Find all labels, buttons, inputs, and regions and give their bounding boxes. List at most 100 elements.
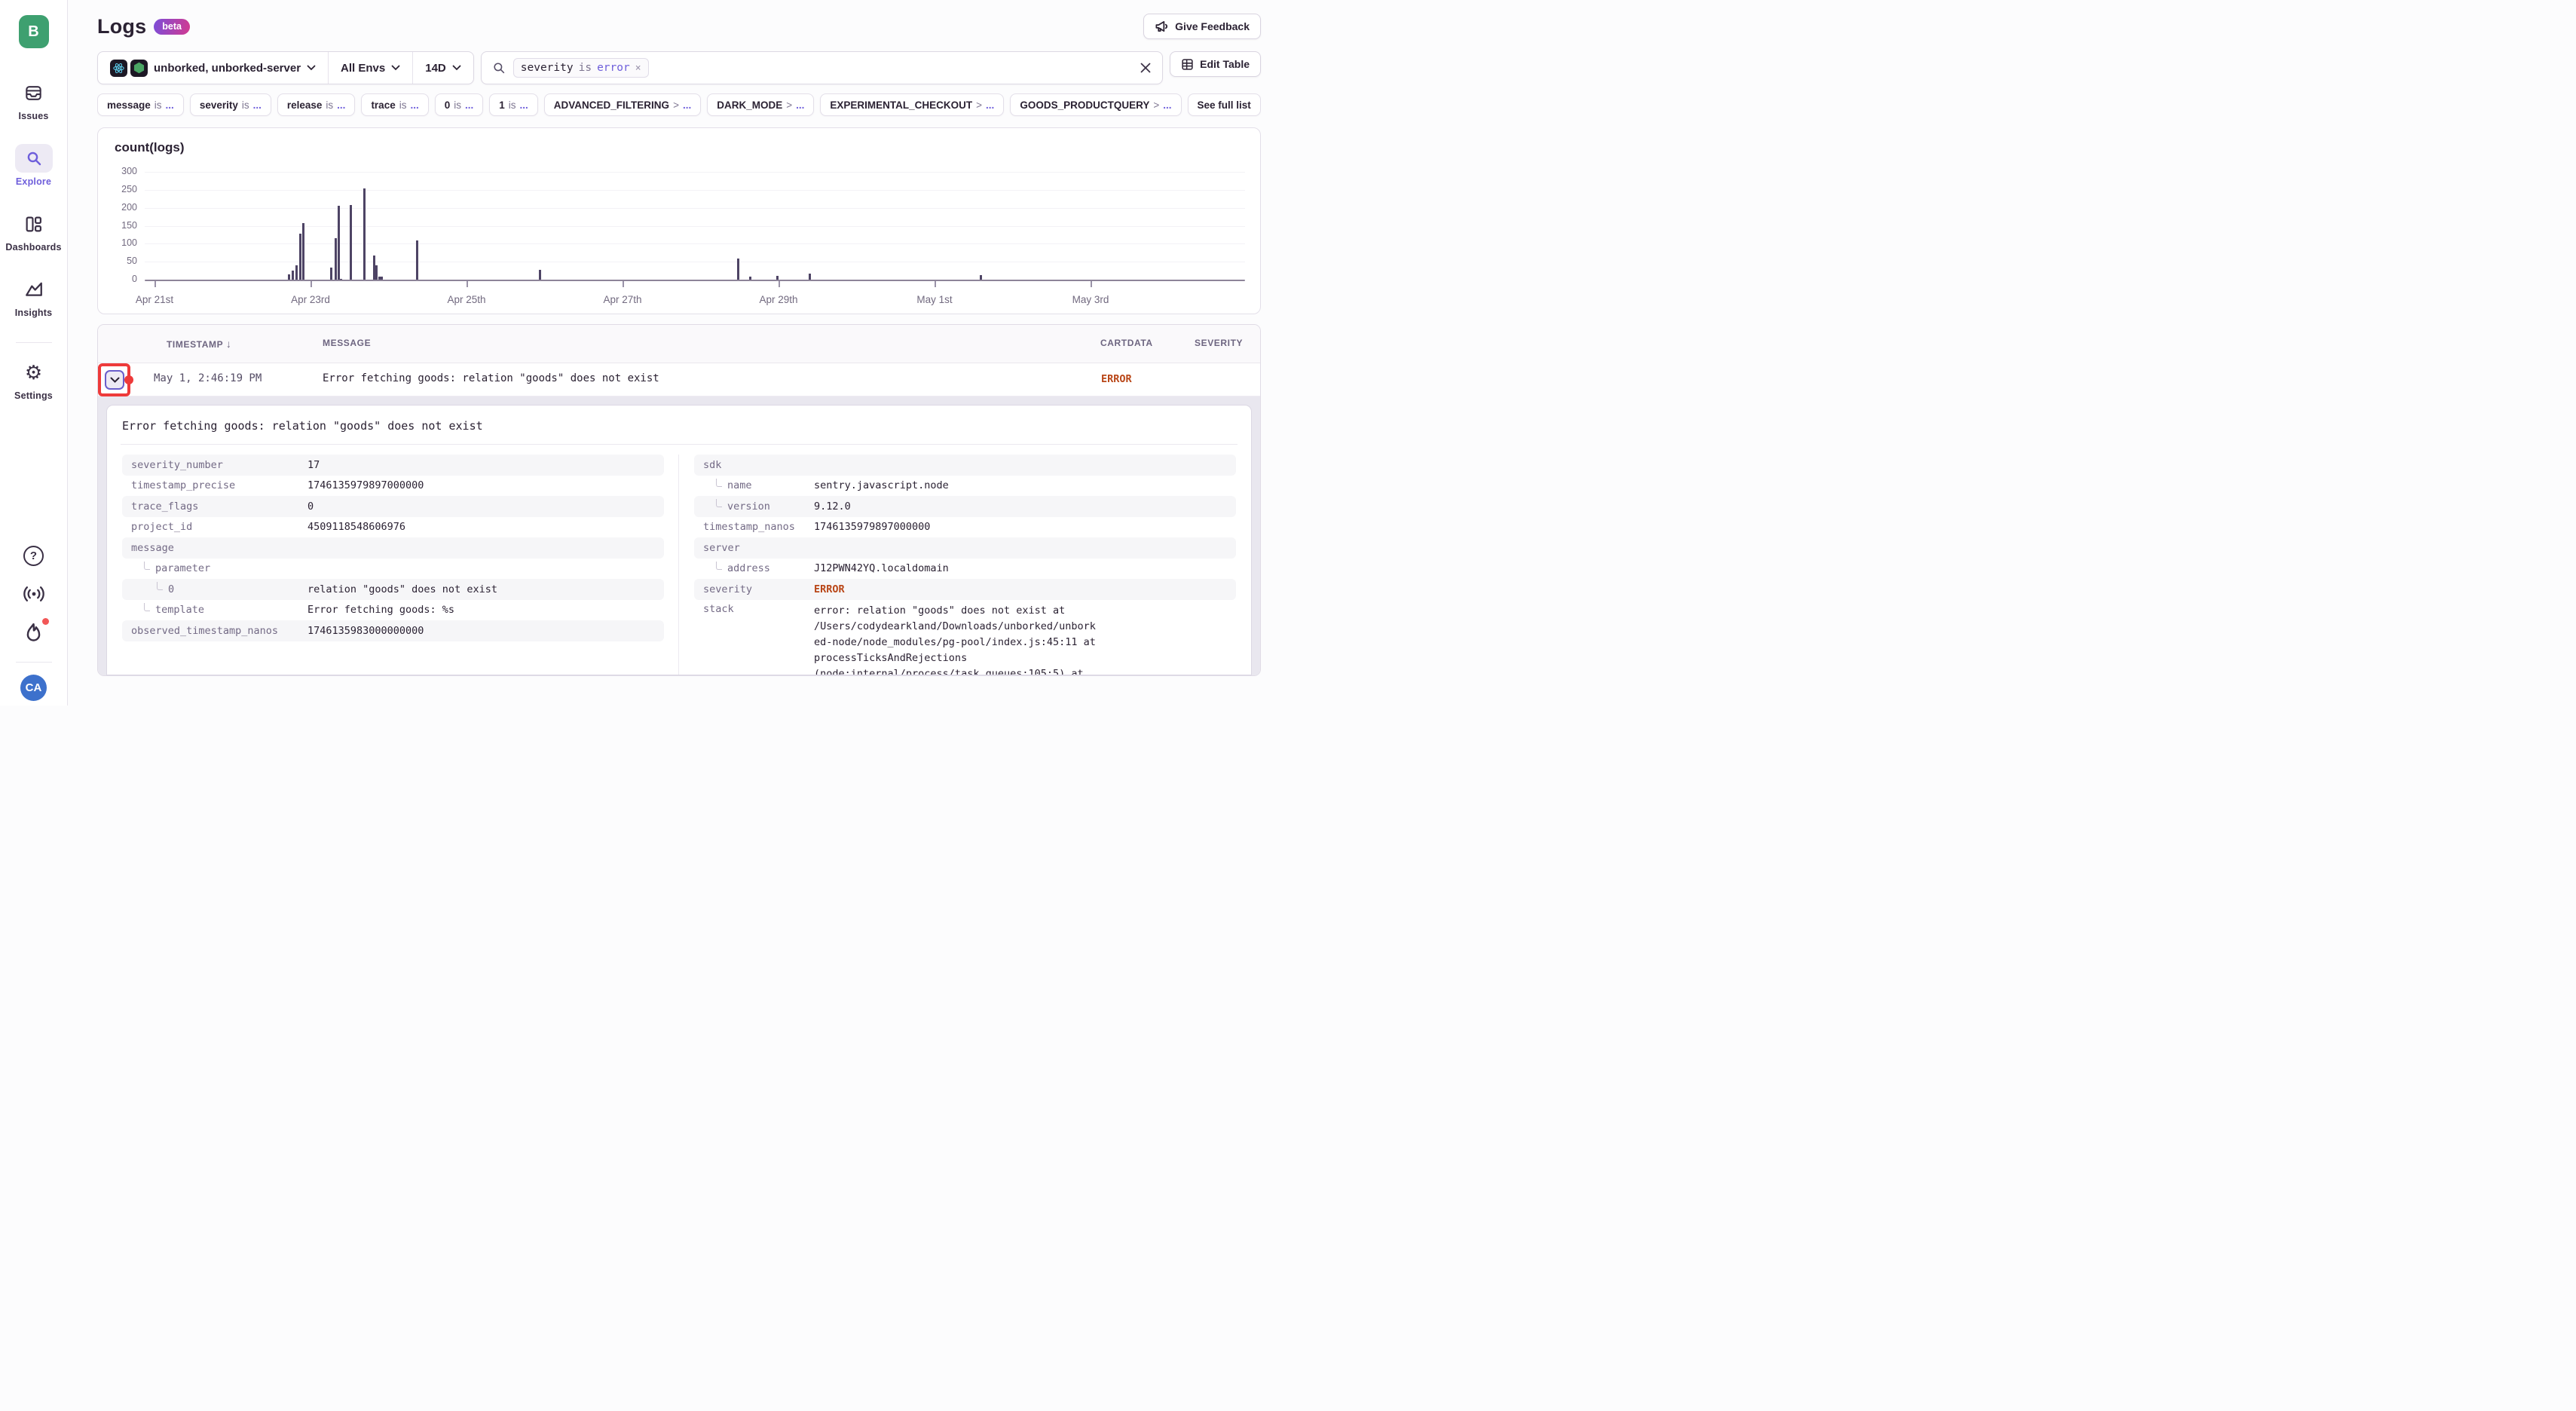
filter-chip[interactable]: traceis...: [361, 93, 428, 116]
attribute-row[interactable]: observed_timestamp_nanos1746135983000000…: [122, 620, 664, 641]
divider: [678, 455, 679, 675]
tree-elbow: [144, 562, 150, 570]
page-title: Logs: [97, 15, 146, 38]
filter-chip[interactable]: GOODS_PRODUCTQUERY>...: [1010, 93, 1181, 116]
user-avatar[interactable]: CA: [20, 675, 47, 701]
sort-desc-icon: ↓: [226, 338, 232, 350]
filter-chips-row: messageis... severityis... releaseis...tra…: [97, 93, 1261, 117]
filter-chip[interactable]: EXPERIMENTAL_CHECKOUT>...: [820, 93, 1004, 116]
whats-new-button[interactable]: [23, 622, 44, 644]
attribute-row[interactable]: severityERROR: [694, 579, 1236, 600]
chart-plot-area[interactable]: Apr 21stApr 23rdApr 25thApr 27thApr 29th…: [145, 167, 1245, 281]
help-icon: ?: [23, 546, 44, 566]
date-range-selector[interactable]: 14D: [412, 52, 473, 84]
page-filters: unborked, unborked-server All Envs 14D: [97, 51, 474, 84]
column-header-cartdata[interactable]: CARTDATA: [1100, 338, 1153, 348]
attribute-row[interactable]: templateError fetching goods: %s: [122, 600, 664, 621]
chart-bar[interactable]: [363, 188, 366, 280]
attribute-row[interactable]: severity_number17: [122, 455, 664, 476]
attribute-key: severity: [703, 583, 814, 595]
attribute-key: timestamp_precise: [131, 479, 307, 491]
filter-chip[interactable]: releaseis...: [277, 93, 356, 116]
dashboards-icon: [15, 210, 53, 238]
attribute-row[interactable]: stackerror: relation "goods" does not ex…: [694, 600, 1236, 676]
chart-bar[interactable]: [295, 265, 298, 280]
flame-icon: [23, 622, 44, 644]
project-selector[interactable]: unborked, unborked-server: [98, 52, 328, 84]
search-token-severity[interactable]: severityiserror×: [513, 58, 649, 78]
chart-bar[interactable]: [539, 270, 541, 280]
environment-selector[interactable]: All Envs: [328, 52, 412, 84]
x-axis-line: [145, 280, 1245, 281]
filter-chip[interactable]: ADVANCED_FILTERING>...: [544, 93, 701, 116]
attribute-key: severity_number: [131, 459, 307, 471]
chart-bar[interactable]: [292, 271, 294, 280]
give-feedback-button[interactable]: Give Feedback: [1143, 14, 1261, 39]
tree-elbow: [716, 499, 722, 507]
chart-bar[interactable]: [302, 223, 304, 280]
attribute-row[interactable]: server: [694, 537, 1236, 559]
attribute-row[interactable]: sdk: [694, 455, 1236, 476]
help-button[interactable]: ?: [23, 546, 44, 566]
gear-icon: ⚙: [14, 358, 52, 387]
detail-columns: severity_number17timestamp_precise174613…: [122, 455, 1236, 675]
clear-search-icon[interactable]: [1140, 62, 1152, 74]
sidebar-item-dashboards[interactable]: Dashboards: [5, 210, 61, 253]
sidebar-item-explore[interactable]: Explore: [15, 144, 53, 187]
table-row[interactable]: May 1, 2:46:19 PM Error fetching goods: …: [98, 363, 1260, 396]
chart-bar[interactable]: [299, 234, 301, 280]
column-header-message[interactable]: MESSAGE: [323, 338, 371, 348]
attribute-row[interactable]: timestamp_precise1746135979897000000: [122, 476, 664, 497]
chart-bar[interactable]: [338, 206, 340, 280]
filter-chip[interactable]: 1is...: [489, 93, 538, 116]
row-timestamp: May 1, 2:46:19 PM: [154, 372, 262, 384]
attribute-row[interactable]: parameter: [122, 559, 664, 580]
attribute-row[interactable]: timestamp_nanos1746135979897000000: [694, 517, 1236, 538]
attribute-value: 17: [307, 459, 320, 471]
filter-chip[interactable]: messageis...: [97, 93, 184, 116]
chart-bar[interactable]: [737, 259, 739, 280]
sidebar-item-settings[interactable]: ⚙ Settings: [14, 358, 53, 401]
chart-bar[interactable]: [335, 238, 337, 280]
sidebar-item-insights[interactable]: Insights: [15, 275, 53, 318]
column-header-timestamp[interactable]: TIMESTAMP ↓: [167, 338, 232, 350]
attribute-row[interactable]: 0relation "goods" does not exist: [122, 579, 664, 600]
filter-chip[interactable]: DARK_MODE>...: [707, 93, 814, 116]
attribute-row[interactable]: project_id4509118548606976: [122, 517, 664, 538]
chevron-down-icon: [391, 65, 400, 71]
chart-bar[interactable]: [416, 240, 418, 280]
attribute-key: server: [703, 542, 814, 554]
attribute-row[interactable]: addressJ12PWN42YQ.localdomain: [694, 559, 1236, 580]
attribute-row[interactable]: namesentry.javascript.node: [694, 476, 1236, 497]
gridline: [145, 208, 1245, 209]
chart-bar[interactable]: [330, 268, 332, 280]
filter-chip[interactable]: 0is...: [435, 93, 484, 116]
filter-chip[interactable]: severityis...: [190, 93, 271, 116]
y-axis-label: 300: [104, 166, 137, 176]
filter-chip[interactable]: See full list: [1188, 93, 1261, 116]
edit-table-button[interactable]: Edit Table: [1170, 51, 1261, 77]
chart-bar[interactable]: [350, 205, 352, 280]
attribute-value: sentry.javascript.node: [814, 479, 949, 491]
search-input[interactable]: severityiserror×: [481, 51, 1163, 84]
x-axis-label: Apr 21st: [121, 294, 188, 305]
attribute-row[interactable]: message: [122, 537, 664, 559]
attribute-row[interactable]: version9.12.0: [694, 496, 1236, 517]
x-axis-label: Apr 27th: [589, 294, 656, 305]
attribute-row[interactable]: trace_flags0: [122, 496, 664, 517]
attribute-key: template: [144, 604, 307, 616]
attribute-value: 1746135979897000000: [307, 479, 424, 491]
x-axis-label: May 1st: [901, 294, 968, 305]
column-header-severity[interactable]: SEVERITY: [1195, 338, 1243, 348]
inbox-icon: [15, 78, 53, 107]
gridline: [145, 226, 1245, 227]
remove-token-icon[interactable]: ×: [635, 63, 641, 74]
broadcast-button[interactable]: [23, 584, 45, 604]
expand-row-button[interactable]: [105, 370, 124, 390]
org-logo[interactable]: B: [19, 15, 49, 48]
y-axis-label: 100: [104, 237, 137, 248]
attribute-key: 0: [157, 583, 307, 595]
sidebar-item-issues[interactable]: Issues: [15, 78, 53, 121]
date-range-value: 14D: [425, 62, 446, 75]
attribute-key: trace_flags: [131, 500, 307, 513]
